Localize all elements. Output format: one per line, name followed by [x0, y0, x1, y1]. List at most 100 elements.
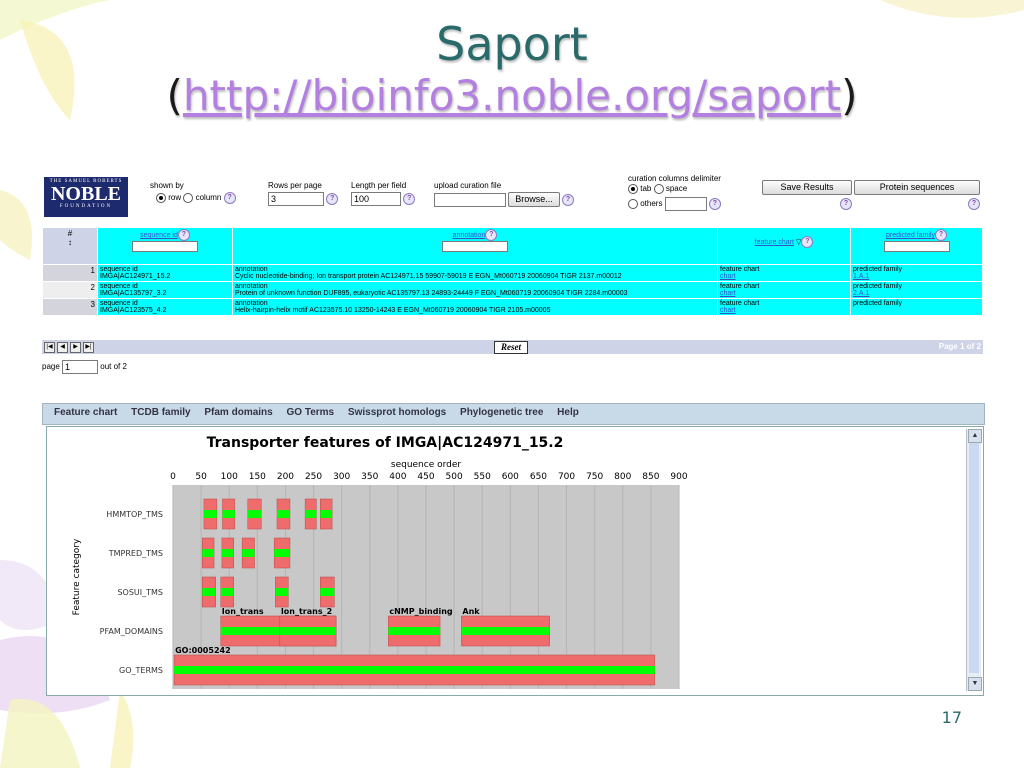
- upload-file-input[interactable]: [434, 192, 506, 207]
- y-category-label: GO_TERMS: [119, 666, 163, 675]
- feature-chart-sort-link[interactable]: feature chart: [755, 239, 794, 246]
- x-axis-label: sequence order: [391, 460, 462, 470]
- scrollbar-thumb[interactable]: [969, 443, 979, 673]
- others-radio-label: others: [640, 199, 663, 209]
- cell-label: sequence id: [100, 283, 138, 290]
- feature-bar-core: [461, 627, 550, 635]
- browse-button[interactable]: Browse...: [508, 192, 560, 207]
- sequence-id-filter-input[interactable]: [132, 241, 198, 252]
- first-page-icon[interactable]: |◀: [44, 342, 55, 353]
- page-number-input[interactable]: 1: [62, 360, 99, 374]
- scroll-down-icon[interactable]: ▼: [968, 677, 982, 691]
- feature-bar-core: [221, 549, 234, 557]
- x-tick-label: 100: [221, 472, 238, 482]
- feature-bar-core: [275, 588, 289, 596]
- tab-go-terms[interactable]: GO Terms: [287, 407, 335, 418]
- x-tick-label: 200: [277, 472, 294, 482]
- header-predicted-family: predicted family?: [850, 227, 983, 265]
- x-tick-label: 450: [417, 472, 434, 482]
- sequence-id-sort-link[interactable]: sequence id: [140, 232, 178, 239]
- feature-chart-cell: feature chart chart: [717, 281, 851, 299]
- y-category-label: TMPRED_TMS: [108, 549, 163, 558]
- help-icon[interactable]: ?: [177, 229, 190, 241]
- predicted-family-link[interactable]: 2.A.1: [853, 290, 869, 297]
- help-icon[interactable]: ?: [968, 198, 980, 210]
- feature-bar-core: [203, 510, 217, 518]
- sequence-id-cell: sequence id IMGA|AC124971_15.2: [97, 264, 233, 282]
- help-icon[interactable]: ?: [561, 193, 574, 206]
- rows-per-page-input[interactable]: 3: [268, 192, 324, 206]
- predicted-family-link[interactable]: 1.A.1: [853, 273, 869, 280]
- sequence-id-value: IMGA|AC123575_4.2: [100, 307, 167, 314]
- x-tick-label: 750: [586, 472, 603, 482]
- delimiter-label: curation columns delimiter: [628, 174, 721, 183]
- y-category-label: SOSUI_TMS: [117, 588, 163, 597]
- help-icon[interactable]: ?: [935, 229, 948, 241]
- help-icon[interactable]: ?: [708, 198, 721, 210]
- feature-bar-core: [320, 588, 335, 596]
- y-axis-label: Feature category: [72, 538, 82, 615]
- predicted-family-sort-link[interactable]: predicted family: [886, 232, 935, 239]
- cell-label: annotation: [235, 300, 268, 307]
- header-annotation: annotation?: [232, 227, 718, 265]
- tab-phylogenetic-tree[interactable]: Phylogenetic tree: [460, 407, 543, 418]
- tab-pfam-domains[interactable]: Pfam domains: [204, 407, 272, 418]
- x-tick-label: 0: [170, 472, 176, 482]
- annotation-sort-link[interactable]: annotation: [453, 232, 486, 239]
- tab-feature-chart[interactable]: Feature chart: [54, 407, 117, 418]
- predicted-family-cell: predicted family 1.A.1: [850, 264, 983, 282]
- x-tick-label: 900: [670, 472, 687, 482]
- shown-by-control: shown by row column ?: [150, 181, 236, 204]
- help-icon[interactable]: ?: [840, 198, 852, 210]
- cell-label: feature chart: [720, 300, 760, 307]
- sequence-id-cell: sequence id IMGA|AC123575_4.2: [97, 298, 233, 316]
- annotation-cell: annotation Helix-hairpin-helix motif AC12…: [232, 298, 718, 316]
- cell-label: predicted family: [853, 300, 903, 307]
- annotation-value: Helix-hairpin-helix motif AC123575.10 13…: [235, 307, 551, 314]
- annotation-filter-input[interactable]: [442, 241, 508, 252]
- header-num[interactable]: # ↕: [42, 227, 98, 265]
- tab-tcdb-family[interactable]: TCDB family: [131, 407, 190, 418]
- prev-page-icon[interactable]: ◀: [57, 342, 68, 353]
- feature-label: Ank: [462, 607, 480, 616]
- feature-chart-link[interactable]: chart: [720, 290, 736, 297]
- sequence-id-value: IMGA|AC124971_15.2: [100, 273, 171, 280]
- predicted-family-filter-input[interactable]: [883, 241, 950, 252]
- help-icon[interactable]: ?: [801, 236, 814, 248]
- reset-button[interactable]: Reset: [494, 341, 528, 354]
- feature-chart-link[interactable]: chart: [720, 307, 736, 314]
- slide-title: Saport (http://bioinfo3.noble.org/saport…: [0, 18, 1024, 122]
- space-radio[interactable]: [653, 184, 664, 194]
- feature-bar-core: [222, 510, 235, 518]
- help-icon[interactable]: ?: [485, 229, 498, 241]
- others-delimiter-input[interactable]: [664, 197, 707, 211]
- next-page-icon[interactable]: ▶: [70, 342, 81, 353]
- tab-swissprot-homologs[interactable]: Swissprot homologs: [348, 407, 446, 418]
- scroll-up-icon[interactable]: ▲: [968, 429, 982, 443]
- x-tick-label: 500: [446, 472, 463, 482]
- shown-by-label: shown by: [150, 181, 184, 190]
- y-category-label: HMMTOP_TMS: [106, 510, 163, 519]
- row-radio-label: row: [168, 193, 182, 203]
- length-per-field-control: Length per field 100 ?: [351, 181, 416, 206]
- feature-label: Ion_trans: [222, 607, 264, 616]
- save-results-button[interactable]: Save Results: [762, 180, 852, 195]
- chart-scrollbar[interactable]: ▲ ▼: [966, 429, 982, 691]
- others-radio[interactable]: [628, 199, 638, 209]
- last-page-icon[interactable]: ▶|: [83, 342, 94, 353]
- column-radio[interactable]: [183, 193, 194, 203]
- tab-radio[interactable]: [628, 184, 638, 194]
- row-radio[interactable]: [156, 193, 166, 203]
- tab-help[interactable]: Help: [557, 407, 579, 418]
- length-per-field-input[interactable]: 100: [351, 192, 401, 206]
- feature-bar-core: [274, 549, 290, 557]
- table-row: 3 sequence id IMGA|AC123575_4.2 annotatio…: [42, 298, 983, 316]
- help-icon[interactable]: ?: [223, 192, 236, 204]
- help-icon[interactable]: ?: [403, 193, 416, 205]
- saport-url-link[interactable]: http://bioinfo3.noble.org/saport: [183, 71, 841, 120]
- help-icon[interactable]: ?: [326, 193, 339, 205]
- protein-sequences-button[interactable]: Protein sequences: [854, 180, 980, 195]
- annotation-cell: annotation Cyclic nucleotide-binding; Ion…: [232, 264, 718, 282]
- page-info: Page 1 of 2: [938, 342, 981, 351]
- feature-chart-link[interactable]: chart: [720, 273, 736, 280]
